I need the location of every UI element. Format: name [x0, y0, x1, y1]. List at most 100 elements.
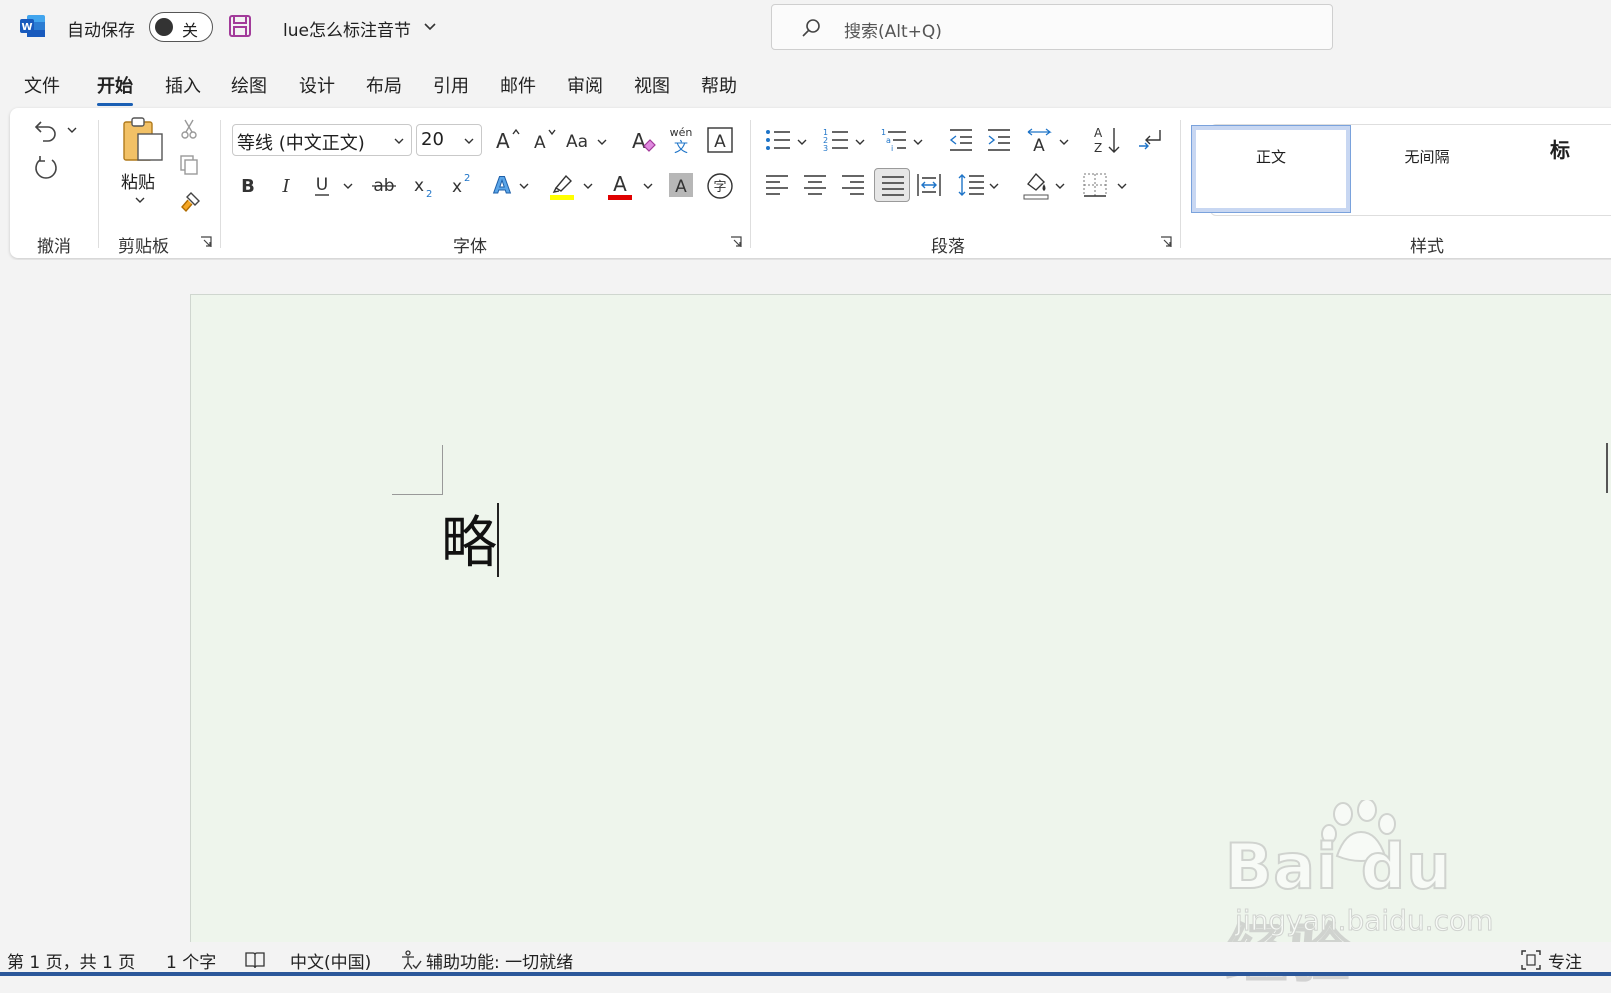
style-heading[interactable]: 标 — [1540, 126, 1610, 212]
highlight-dropdown-icon[interactable] — [582, 180, 594, 192]
tab-help[interactable]: 帮助 — [701, 72, 737, 98]
chevron-down-icon[interactable] — [463, 135, 475, 147]
cut-icon[interactable] — [178, 118, 200, 140]
italic-icon[interactable]: I — [274, 172, 298, 198]
tab-design[interactable]: 设计 — [299, 72, 335, 98]
accessibility-icon[interactable] — [400, 949, 422, 971]
show-formatting-marks-icon[interactable] — [1136, 126, 1164, 154]
font-color-icon[interactable]: A — [606, 170, 634, 200]
undo-dropdown-icon[interactable] — [66, 124, 78, 136]
tab-draw[interactable]: 绘图 — [231, 72, 267, 98]
bold-icon[interactable]: B — [236, 172, 260, 198]
chevron-down-icon[interactable] — [422, 18, 438, 34]
tab-mailings[interactable]: 邮件 — [500, 72, 536, 98]
tab-layout[interactable]: 布局 — [366, 72, 402, 98]
tab-file[interactable]: 文件 — [24, 72, 60, 98]
font-color-dropdown-icon[interactable] — [642, 180, 654, 192]
shading-icon[interactable] — [1022, 170, 1050, 200]
page-count-status[interactable]: 第 1 页，共 1 页 — [7, 948, 135, 973]
bullets-dropdown-icon[interactable] — [796, 136, 808, 148]
change-case-dropdown-icon[interactable] — [596, 136, 608, 148]
proofing-book-icon[interactable] — [244, 950, 266, 970]
copy-icon[interactable] — [178, 154, 200, 176]
clear-formatting-icon[interactable]: A — [630, 126, 658, 154]
tab-insert[interactable]: 插入 — [165, 72, 201, 98]
undo-group-label: 撤消 — [37, 237, 71, 257]
format-painter-icon[interactable] — [178, 190, 202, 214]
paste-icon[interactable] — [120, 116, 166, 164]
style-normal[interactable]: 正文 — [1191, 125, 1351, 213]
autosave-toggle[interactable]: 关 — [149, 12, 213, 42]
style-no-spacing[interactable]: 无间隔 — [1352, 126, 1502, 212]
search-icon — [802, 19, 820, 37]
multilevel-dropdown-icon[interactable] — [912, 136, 924, 148]
multilevel-list-icon[interactable]: 1 a i — [880, 126, 908, 154]
decrease-indent-icon[interactable] — [946, 126, 974, 154]
paste-label[interactable]: 粘贴 — [121, 168, 155, 193]
grow-font-icon[interactable]: A — [494, 126, 522, 154]
superscript-icon[interactable]: x 2 — [450, 170, 474, 198]
svg-text:2: 2 — [426, 189, 432, 200]
sort-icon[interactable]: A Z — [1092, 124, 1122, 156]
borders-icon[interactable] — [1082, 172, 1108, 198]
subscript-icon[interactable]: x 2 — [412, 172, 436, 200]
tab-home[interactable]: 开始 — [97, 72, 133, 106]
align-right-icon[interactable] — [840, 172, 866, 198]
chinese-layout-icon[interactable]: A — [1026, 126, 1056, 154]
align-left-icon[interactable] — [764, 172, 790, 198]
group-separator — [220, 120, 221, 248]
svg-text:A: A — [613, 172, 627, 196]
bullets-icon[interactable] — [764, 126, 792, 154]
svg-text:W: W — [21, 22, 32, 33]
language-status[interactable]: 中文(中国) — [290, 948, 371, 973]
change-case-icon[interactable]: Aa — [566, 126, 598, 154]
numbering-dropdown-icon[interactable] — [854, 136, 866, 148]
redo-icon[interactable] — [32, 154, 60, 182]
search-box[interactable]: 搜索(Alt+Q) — [771, 4, 1333, 50]
svg-text:x: x — [414, 176, 424, 196]
save-icon[interactable] — [228, 14, 252, 38]
tab-view[interactable]: 视图 — [634, 72, 670, 98]
text-effects-dropdown-icon[interactable] — [518, 180, 530, 192]
align-center-icon[interactable] — [802, 172, 828, 198]
document-title[interactable]: lue怎么标注音节 — [283, 16, 411, 41]
tab-review[interactable]: 审阅 — [567, 72, 603, 98]
clipboard-dialog-launcher-icon[interactable] — [200, 236, 212, 248]
focus-mode-label[interactable]: 专注 — [1548, 948, 1582, 973]
svg-text:字: 字 — [713, 180, 726, 195]
focus-mode-icon[interactable] — [1520, 949, 1542, 971]
shading-dropdown-icon[interactable] — [1054, 180, 1066, 192]
increase-indent-icon[interactable] — [984, 126, 1012, 154]
underline-dropdown-icon[interactable] — [342, 180, 354, 192]
paste-dropdown-icon[interactable] — [134, 194, 146, 206]
enclose-characters-icon[interactable]: 字 — [706, 172, 734, 200]
accessibility-status[interactable]: 辅助功能: 一切就绪 — [426, 948, 573, 973]
font-name-combo[interactable]: 等线 (中文正文) — [232, 124, 412, 156]
highlight-icon[interactable] — [548, 170, 576, 200]
underline-icon[interactable]: U — [310, 172, 334, 198]
document-body-text[interactable]: 略 — [441, 498, 497, 579]
paragraph-dialog-launcher-icon[interactable] — [1160, 236, 1172, 248]
font-dialog-launcher-icon[interactable] — [730, 236, 742, 248]
svg-text:3: 3 — [823, 144, 828, 153]
shrink-font-icon[interactable]: A — [532, 126, 560, 154]
borders-dropdown-icon[interactable] — [1116, 180, 1128, 192]
font-size-combo[interactable]: 20 — [416, 124, 482, 156]
numbering-icon[interactable]: 1 2 3 — [822, 126, 850, 154]
chevron-down-icon[interactable] — [393, 135, 405, 147]
word-app-icon[interactable]: W — [20, 14, 46, 38]
undo-icon[interactable] — [32, 116, 60, 144]
svg-text:A: A — [714, 132, 726, 152]
justify-button[interactable] — [874, 168, 910, 202]
distributed-icon[interactable] — [916, 172, 942, 198]
line-spacing-dropdown-icon[interactable] — [988, 180, 1000, 192]
strikethrough-icon[interactable]: ab — [370, 172, 398, 198]
phonetic-guide-icon[interactable]: wén 文 — [667, 124, 695, 156]
character-border-icon[interactable]: A — [706, 126, 734, 154]
text-effects-icon[interactable]: A — [488, 170, 516, 199]
word-count-status[interactable]: 1 个字 — [166, 948, 216, 973]
character-shading-icon[interactable]: A — [668, 172, 694, 198]
tab-references[interactable]: 引用 — [433, 72, 469, 98]
chinese-layout-dropdown-icon[interactable] — [1058, 136, 1070, 148]
line-spacing-icon[interactable] — [958, 172, 986, 198]
